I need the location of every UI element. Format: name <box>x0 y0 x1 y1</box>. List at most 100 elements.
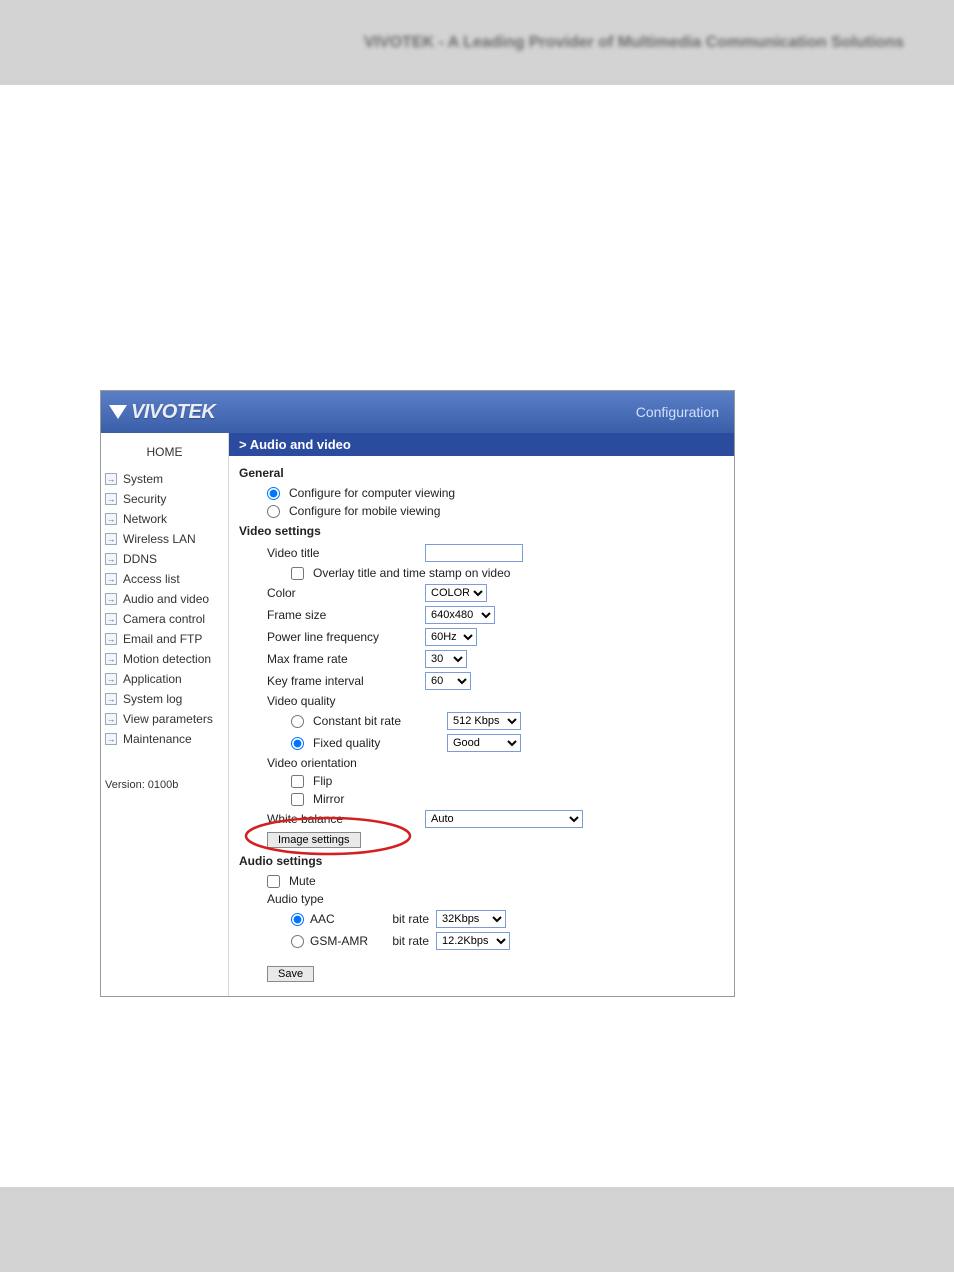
save-button[interactable]: Save <box>267 966 314 982</box>
color-select[interactable]: COLOR <box>425 584 487 602</box>
kfi-select[interactable]: 60 <box>425 672 471 690</box>
orientation-row: Video orientation <box>239 754 724 772</box>
sidebar-item-ddns[interactable]: → DDNS <box>101 549 228 569</box>
audio-type-row: Audio type <box>239 890 724 908</box>
video-title-input[interactable] <box>425 544 523 562</box>
sidebar-item-label: System log <box>123 692 182 706</box>
config-window: VIVOTEK Configuration HOME → System → Secu… <box>100 390 735 997</box>
sidebar-item-label: System <box>123 472 163 486</box>
sidebar-item-network[interactable]: →Network <box>101 509 228 529</box>
orientation-label: Video orientation <box>267 756 419 770</box>
plf-row: Power line frequency 60Hz <box>239 626 724 648</box>
aac-bitrate-select[interactable]: 32Kbps <box>436 910 506 928</box>
mfr-row: Max frame rate 30 <box>239 648 724 670</box>
version-label: Version: 0100b <box>101 749 228 791</box>
sidebar-item-maintenance[interactable]: → Maintenance <box>101 729 228 749</box>
sidebar-item-label: View parameters <box>123 712 213 726</box>
arrow-right-icon: → <box>105 633 117 645</box>
section-title-bar: > Audio and video <box>229 433 734 456</box>
arrow-right-icon: → <box>105 733 117 745</box>
sidebar-item-label: Maintenance <box>123 732 192 746</box>
video-title-row: Video title <box>239 542 724 564</box>
cbr-select[interactable]: 512 Kbps <box>447 712 521 730</box>
arrow-right-icon: → <box>105 473 117 485</box>
sidebar-item-label: DDNS <box>123 552 157 566</box>
page-footer-band <box>0 1187 954 1272</box>
sidebar-item-view-parameters[interactable]: → View parameters <box>101 709 228 729</box>
color-row: Color COLOR <box>239 582 724 604</box>
gsm-label: GSM-AMR <box>310 934 370 948</box>
content: > Audio and video General Configure for … <box>229 433 734 996</box>
gsm-row: GSM-AMR bit rate 12.2Kbps <box>239 930 724 952</box>
sidebar-item-motion-detection[interactable]: → Motion detection <box>101 649 228 669</box>
kfi-row: Key frame interval 60 <box>239 670 724 692</box>
app-header: VIVOTEK Configuration <box>101 391 734 433</box>
save-row: Save <box>239 952 724 982</box>
arrow-right-icon: → <box>105 573 117 585</box>
flip-row: Flip <box>239 772 724 790</box>
overlay-checkbox[interactable] <box>291 567 304 580</box>
sidebar-item-security[interactable]: → Security <box>101 489 228 509</box>
fq-select[interactable]: Good <box>447 734 521 752</box>
sidebar-home[interactable]: HOME <box>101 433 228 469</box>
video-quality-label: Video quality <box>267 694 419 708</box>
video-title-label: Video title <box>267 546 419 560</box>
sidebar-item-label: Camera control <box>123 612 205 626</box>
arrow-right-icon: → <box>105 553 117 565</box>
sidebar-item-wireless-lan[interactable]: →Wireless LAN <box>101 529 228 549</box>
white-balance-row: White balance Auto <box>239 808 724 830</box>
mirror-row: Mirror <box>239 790 724 808</box>
sidebar-item-email-ftp[interactable]: → Email and FTP <box>101 629 228 649</box>
kfi-label: Key frame interval <box>267 674 419 688</box>
frame-size-select[interactable]: 640x480 <box>425 606 495 624</box>
fixed-quality-radio[interactable] <box>291 737 304 750</box>
sidebar-item-application[interactable]: →Application <box>101 669 228 689</box>
overlay-label: Overlay title and time stamp on video <box>313 566 510 580</box>
aac-radio[interactable] <box>291 913 304 926</box>
gsm-bitrate-select[interactable]: 12.2Kbps <box>436 932 510 950</box>
sidebar-item-audio-video[interactable]: →Audio and video <box>101 589 228 609</box>
sidebar-item-label: Email and FTP <box>123 632 202 646</box>
sidebar-item-label: Security <box>123 492 166 506</box>
sidebar-item-system[interactable]: → System <box>101 469 228 489</box>
content-inner: General Configure for computer viewing C… <box>229 456 734 996</box>
arrow-right-icon: → <box>105 493 117 505</box>
gsm-radio[interactable] <box>291 935 304 948</box>
page-header-band: VIVOTEK - A Leading Provider of Multimed… <box>0 0 954 85</box>
sidebar-item-camera-control[interactable]: →Camera control <box>101 609 228 629</box>
audio-settings-heading: Audio settings <box>239 854 724 868</box>
plf-label: Power line frequency <box>267 630 419 644</box>
mirror-checkbox[interactable] <box>291 793 304 806</box>
brand-logo: VIVOTEK <box>109 401 215 424</box>
constant-bitrate-radio[interactable] <box>291 715 304 728</box>
video-settings-heading: Video settings <box>239 524 724 538</box>
sidebar-item-system-log[interactable]: →System log <box>101 689 228 709</box>
configure-mobile-row: Configure for mobile viewing <box>239 502 724 520</box>
configure-computer-row: Configure for computer viewing <box>239 484 724 502</box>
arrow-right-icon: → <box>105 673 117 685</box>
arrow-right-icon: → <box>105 653 117 665</box>
gsm-bitrate-label: bit rate <box>373 934 433 948</box>
mfr-label: Max frame rate <box>267 652 419 666</box>
sidebar-item-label: Motion detection <box>123 652 211 666</box>
sidebar-item-label: Audio and video <box>123 592 209 606</box>
frame-size-row: Frame size 640x480 <box>239 604 724 626</box>
aac-label: AAC <box>310 912 370 926</box>
fq-row: Fixed quality Good <box>239 732 724 754</box>
plf-select[interactable]: 60Hz <box>425 628 477 646</box>
sidebar-item-access-list[interactable]: → Access list <box>101 569 228 589</box>
mute-label: Mute <box>289 874 316 888</box>
sidebar-item-label: Wireless LAN <box>123 532 196 546</box>
configure-mobile-radio[interactable] <box>267 505 280 518</box>
arrow-right-icon: → <box>105 713 117 725</box>
aac-bitrate-label: bit rate <box>373 912 433 926</box>
white-balance-select[interactable]: Auto <box>425 810 583 828</box>
mute-checkbox[interactable] <box>267 875 280 888</box>
configure-computer-radio[interactable] <box>267 487 280 500</box>
mfr-select[interactable]: 30 <box>425 650 467 668</box>
sidebar: HOME →System →Security →Network →Wireles… <box>101 433 229 996</box>
sidebar-item-label: Access list <box>123 572 180 586</box>
flip-checkbox[interactable] <box>291 775 304 788</box>
image-settings-button[interactable]: Image settings <box>267 832 361 848</box>
aac-row: AAC bit rate 32Kbps <box>239 908 724 930</box>
